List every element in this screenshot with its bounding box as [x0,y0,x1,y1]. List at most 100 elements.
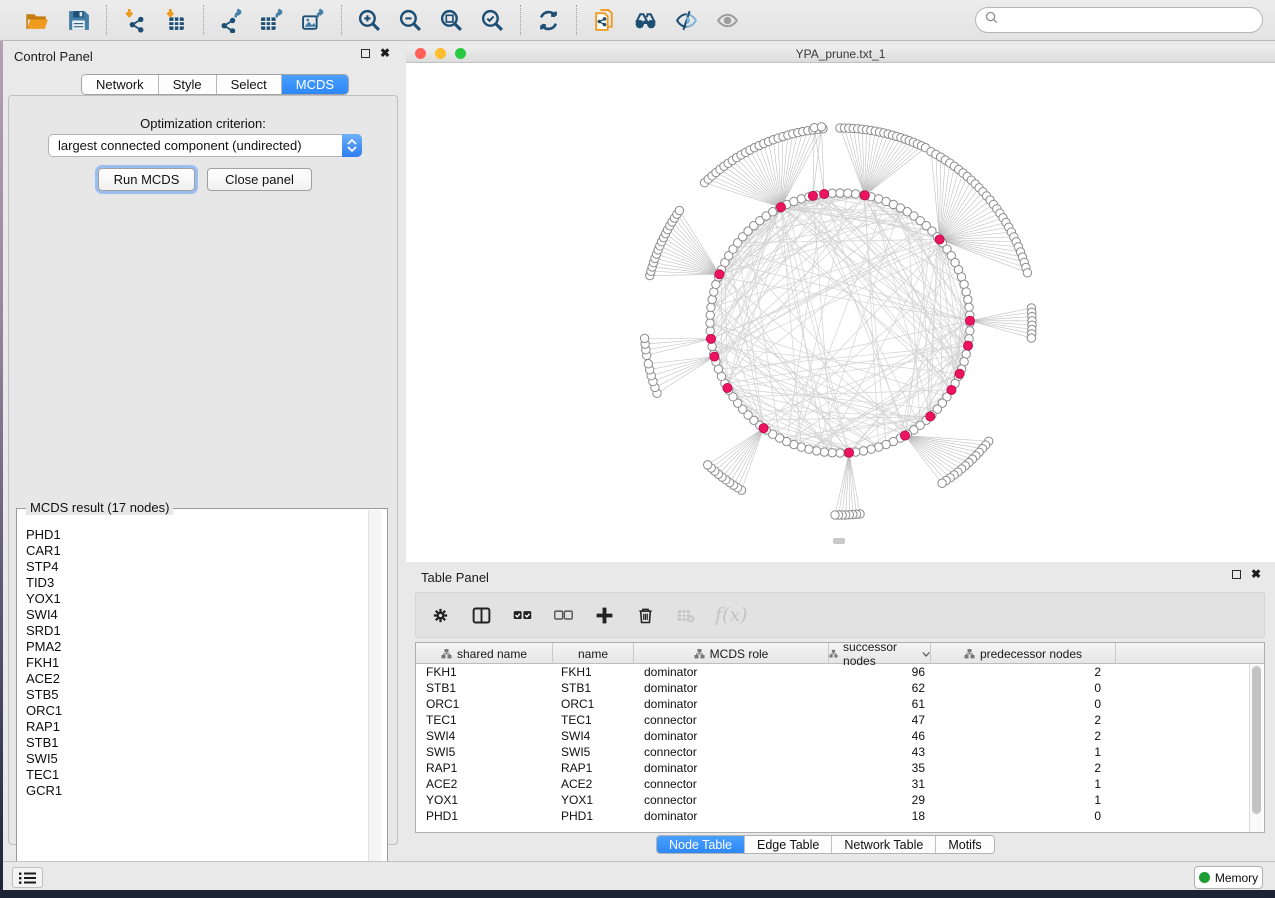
table-row[interactable]: ORC1ORC1dominator610 [416,696,1264,712]
deselect-all-icon[interactable] [551,603,575,627]
mcds-result-item[interactable]: ORC1 [26,703,369,719]
cell-predecessor-nodes: 2 [931,761,1116,775]
export-table-icon[interactable] [259,7,286,34]
column-type-icon [964,648,975,659]
zoom-in-icon[interactable] [356,7,383,34]
mcds-result-item[interactable]: ACE2 [26,671,369,687]
add-column-icon[interactable] [592,603,616,627]
open-session-icon[interactable] [24,7,51,34]
mcds-result-item[interactable]: TID3 [26,575,369,591]
table-row[interactable]: RAP1RAP1dominator352 [416,760,1264,776]
tab-mcds[interactable]: MCDS [282,75,348,94]
import-table-file-icon[interactable] [162,7,189,34]
mcds-result-list[interactable]: PHD1CAR1STP4TID3YOX1SWI4SRD1PMA2FKH1ACE2… [17,515,369,873]
column-header-shared-name[interactable]: shared name [416,643,553,664]
zoom-selected-icon[interactable] [479,7,506,34]
import-network-file-icon[interactable] [121,7,148,34]
mcds-result-item[interactable]: SWI5 [26,751,369,767]
mcds-result-item[interactable]: SRD1 [26,623,369,639]
show-columns-icon[interactable] [469,603,493,627]
search-box[interactable] [975,7,1263,33]
table-row[interactable]: SWI5SWI5connector431 [416,744,1264,760]
mcds-result-item[interactable]: TEC1 [26,767,369,783]
save-session-icon[interactable] [65,7,92,34]
float-table-panel-icon[interactable] [1232,570,1241,579]
close-table-panel-icon[interactable]: ✖ [1251,570,1261,579]
table-scrollbar-thumb[interactable] [1252,666,1261,814]
cell-shared-name: PHD1 [416,809,553,823]
tab-motifs[interactable]: Motifs [936,836,993,853]
memory-button[interactable]: Memory [1194,866,1263,889]
show-hide-eye-icon [714,7,741,34]
column-header-name[interactable]: name [553,643,634,664]
mcds-result-item[interactable]: STB5 [26,687,369,703]
memory-label: Memory [1215,871,1258,885]
cell-successor-nodes: 18 [829,809,931,823]
mcds-result-item[interactable]: GCR1 [26,783,369,799]
table-row[interactable]: TEC1TEC1connector472 [416,712,1264,728]
column-header-predecessor-nodes[interactable]: predecessor nodes [931,643,1116,664]
mcds-result-item[interactable]: YOX1 [26,591,369,607]
cell-predecessor-nodes: 1 [931,793,1116,807]
mcds-result-item[interactable]: CAR1 [26,543,369,559]
table-scrollbar[interactable] [1249,664,1263,832]
mcds-result-item[interactable]: STB1 [26,735,369,751]
mcds-result-box: MCDS result (17 nodes) PHD1CAR1STP4TID3Y… [16,508,388,879]
control-panel-tabs: NetworkStyleSelectMCDS [81,74,349,95]
close-panel-icon[interactable]: ✖ [380,49,390,58]
mcds-result-item[interactable]: STP4 [26,559,369,575]
graphics-details-icon[interactable] [673,7,700,34]
result-scrollbar[interactable] [368,510,381,879]
clone-network-icon[interactable] [591,7,618,34]
mcds-result-item[interactable]: PMA2 [26,639,369,655]
table-row[interactable]: PHD1PHD1dominator180 [416,808,1264,824]
cell-MCDS-role: dominator [634,761,829,775]
mcds-result-item[interactable]: RAP1 [26,719,369,735]
float-panel-icon[interactable] [361,49,370,58]
tab-style[interactable]: Style [159,75,217,94]
select-all-icon[interactable] [510,603,534,627]
column-type-icon [694,648,705,659]
tab-network[interactable]: Network [82,75,159,94]
table-row[interactable]: ACE2ACE2connector311 [416,776,1264,792]
mcds-result-item[interactable]: PHD1 [26,527,369,543]
export-network-icon[interactable] [218,7,245,34]
export-image-icon[interactable] [300,7,327,34]
table-row[interactable]: STB1STB1dominator620 [416,680,1264,696]
tab-network-table[interactable]: Network Table [832,836,936,853]
network-canvas[interactable] [406,63,1275,562]
node-table[interactable]: shared namenameMCDS rolesuccessor nodesp… [415,642,1265,833]
table-panel: Table Panel ✖ f(x) shared namenameMCDS r… [406,563,1275,861]
network-window-titlebar[interactable]: YPA_prune.txt_1 [406,45,1275,63]
desktop-edge-bottom [0,890,1275,898]
table-row[interactable]: SWI4SWI4dominator462 [416,728,1264,744]
tab-select[interactable]: Select [217,75,282,94]
delete-column-icon[interactable] [633,603,657,627]
mcds-result-item[interactable]: FKH1 [26,655,369,671]
column-header-successor-nodes[interactable]: successor nodes [829,643,931,664]
cell-MCDS-role: dominator [634,729,829,743]
run-mcds-button[interactable]: Run MCDS [98,168,195,191]
mcds-result-title: MCDS result (17 nodes) [26,500,173,515]
zoom-out-icon[interactable] [397,7,424,34]
zoom-fit-icon[interactable] [438,7,465,34]
cell-predecessor-nodes: 1 [931,777,1116,791]
mcds-result-item[interactable]: SWI4 [26,607,369,623]
table-mode-gear-icon[interactable] [428,603,452,627]
table-row[interactable]: YOX1YOX1connector291 [416,792,1264,808]
cell-MCDS-role: dominator [634,681,829,695]
find-icon[interactable] [632,7,659,34]
search-input[interactable] [1003,13,1243,27]
tab-edge-table[interactable]: Edge Table [745,836,832,853]
column-header-MCDS-role[interactable]: MCDS role [634,643,829,664]
optimization-criterion-select[interactable]: largest connected component (undirected) [48,134,362,157]
tab-node-table[interactable]: Node Table [657,836,745,853]
cell-shared-name: ORC1 [416,697,553,711]
cell-name: SWI5 [553,745,634,759]
function-builder-icon: f(x) [715,603,748,627]
refresh-icon[interactable] [535,7,562,34]
table-row[interactable]: FKH1FKH1dominator962 [416,664,1264,680]
task-history-button[interactable] [12,867,43,888]
splitter-handle[interactable] [833,538,845,544]
close-panel-button[interactable]: Close panel [207,168,312,191]
